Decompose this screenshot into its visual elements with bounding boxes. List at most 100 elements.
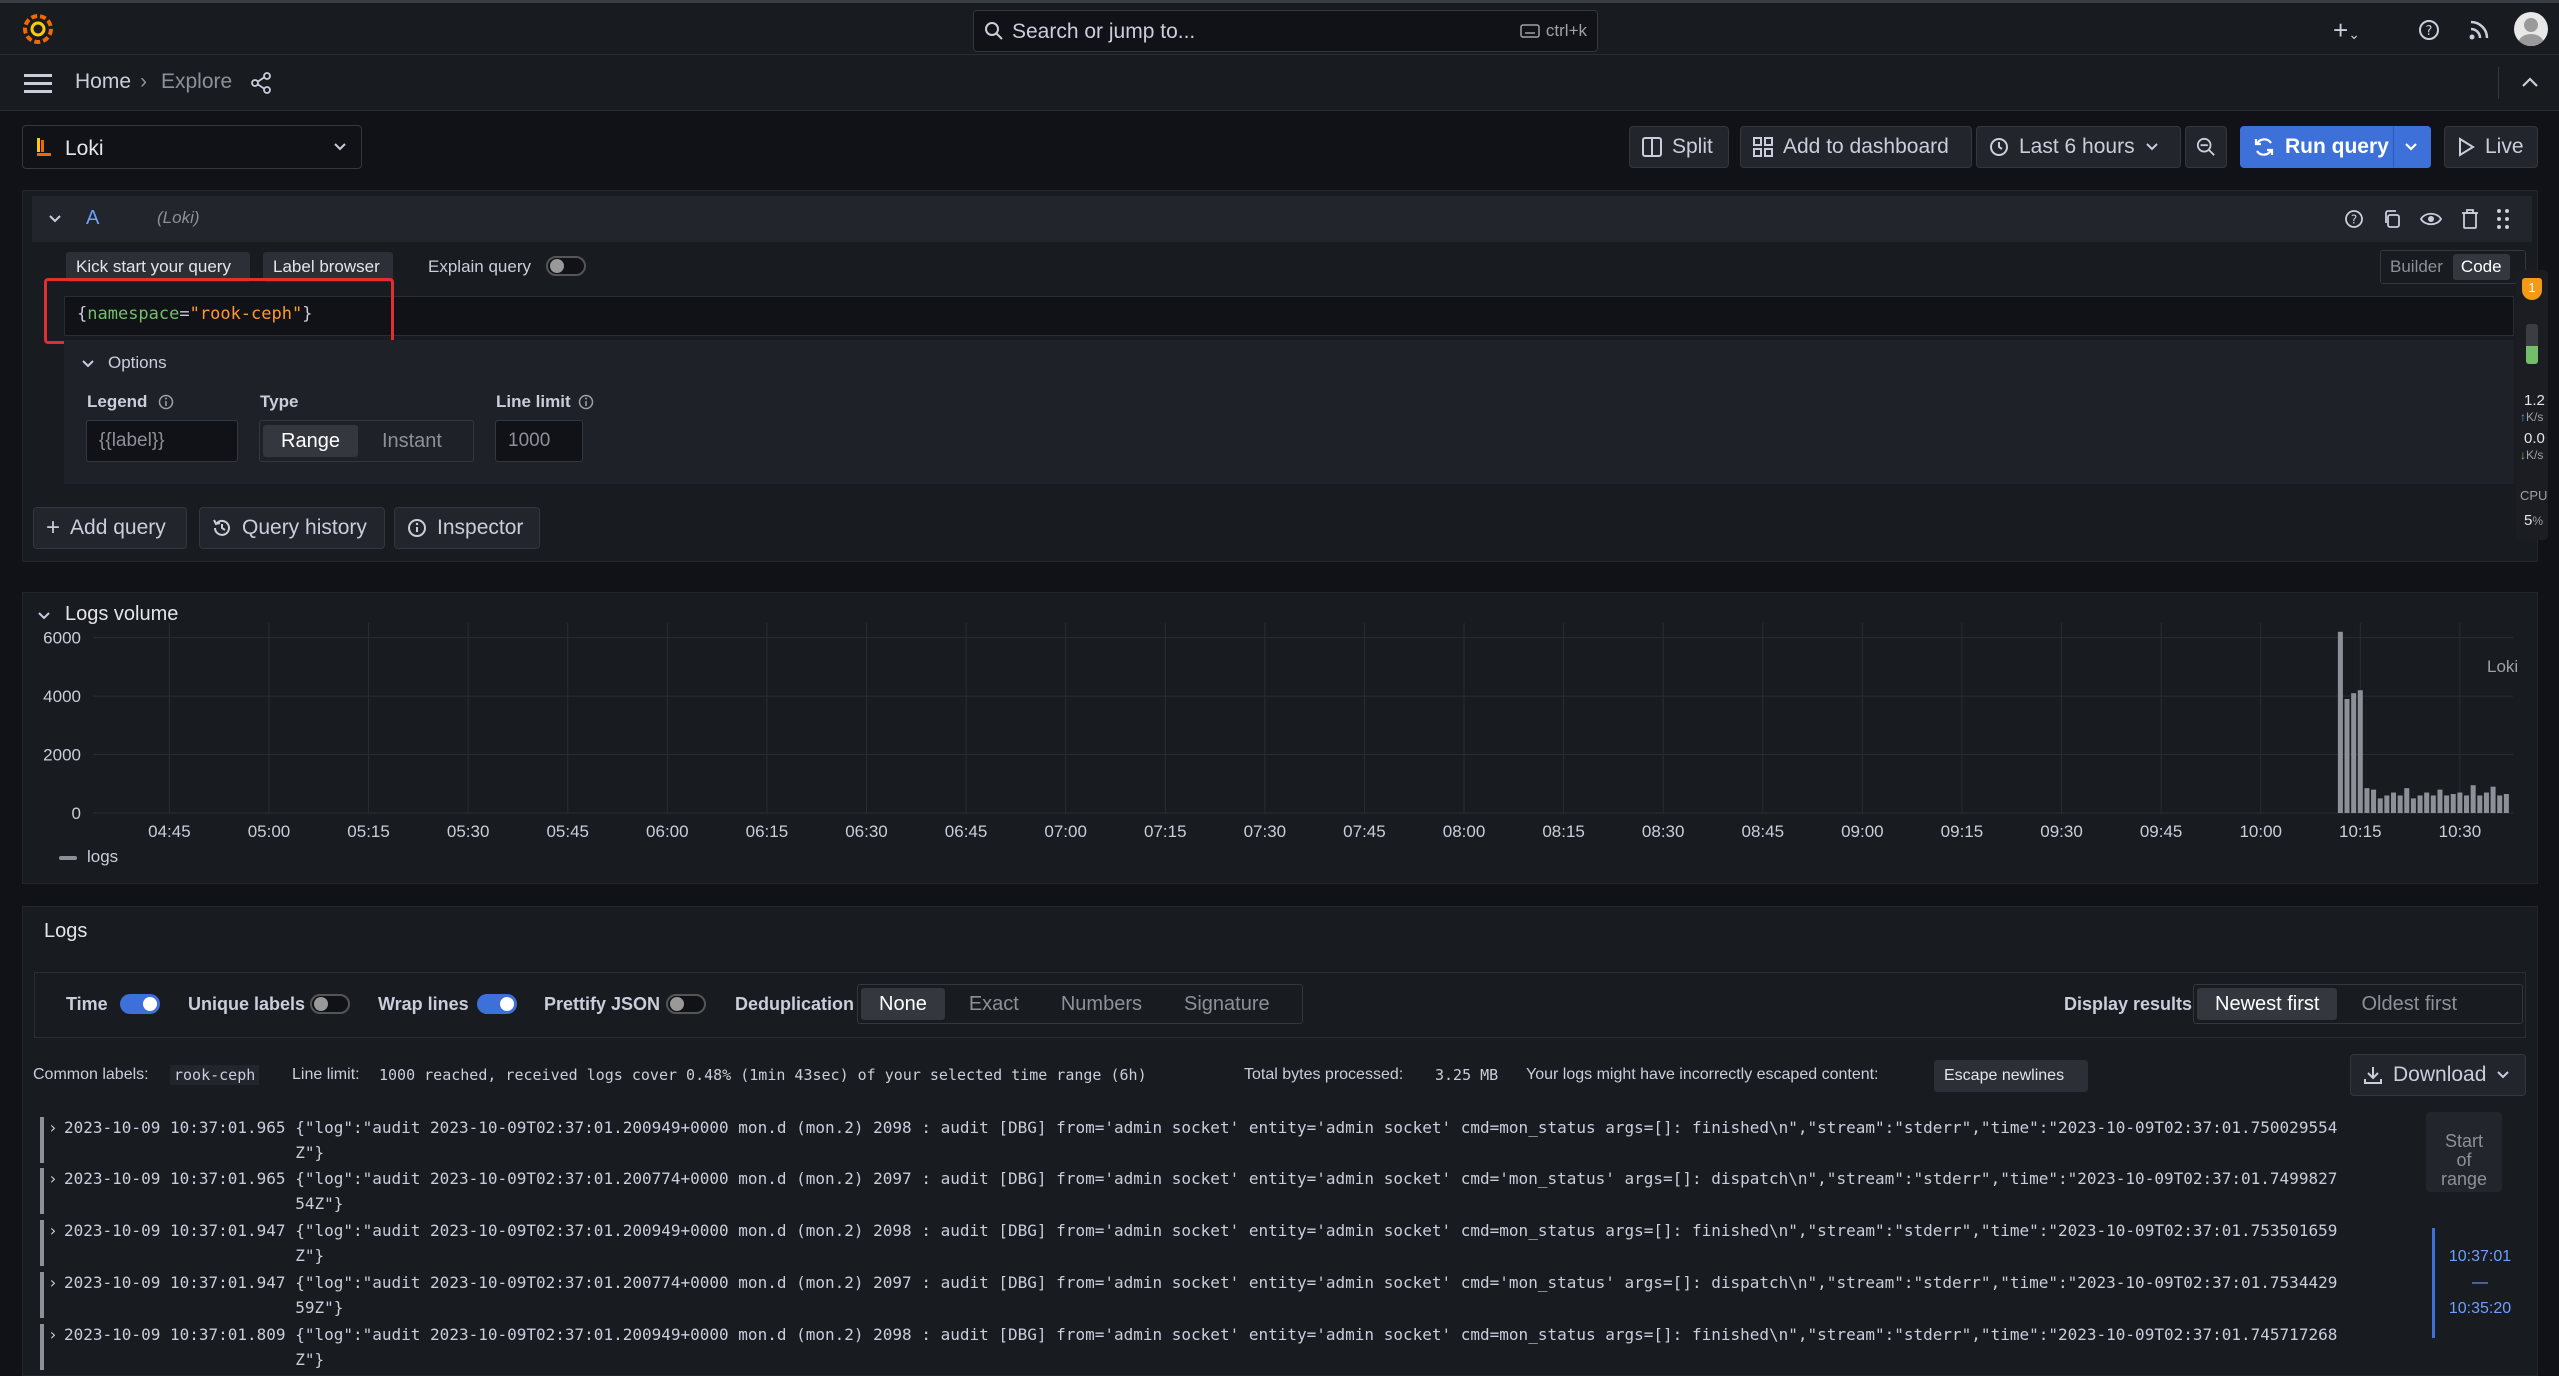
run-query-dropdown[interactable] [2393, 126, 2431, 168]
sort-order-radio-group: Newest first Oldest first [2193, 984, 2523, 1024]
zoom-out-icon [2196, 137, 2215, 156]
volume-bar [2417, 795, 2423, 813]
dedup-numbers-option[interactable]: Numbers [1043, 988, 1160, 1020]
svg-text:?: ? [2351, 213, 2357, 227]
prettify-json-toggle[interactable] [666, 994, 706, 1014]
legend-swatch [59, 856, 77, 860]
legend-label: Legend [87, 392, 148, 411]
x-tick-label: 07:30 [1244, 822, 1287, 841]
svg-text:?: ? [2426, 24, 2433, 39]
zoom-out-button[interactable] [2185, 126, 2227, 168]
time-range-picker[interactable]: Last 6 hours [1976, 126, 2181, 168]
display-results-label: Display results [2064, 994, 2193, 1014]
hide-query-eye-icon[interactable] [2420, 209, 2442, 229]
log-row[interactable]: › 2023-10-09 10:37:01.809 {"log":"audit 2… [40, 1322, 2430, 1372]
dedup-exact-option[interactable]: Exact [951, 988, 1037, 1020]
search-input[interactable]: Search or jump to... ctrl+k [973, 10, 1598, 52]
volume-bar [2464, 795, 2470, 813]
y-tick-label: 2000 [43, 746, 81, 765]
range-time-label[interactable]: 10:37:01—10:35:20 [2440, 1244, 2520, 1322]
log-row[interactable]: › 2023-10-09 10:37:01.965 {"log":"audit 2… [40, 1115, 2430, 1165]
share-icon[interactable] [250, 72, 272, 94]
line-limit-input[interactable]: 1000 [495, 420, 583, 462]
unique-labels-label: Unique labels [188, 994, 306, 1014]
query-help-icon[interactable]: ? [2344, 209, 2364, 229]
time-toggle[interactable] [120, 994, 160, 1014]
dedup-none-option[interactable]: None [861, 988, 945, 1020]
x-tick-label: 06:15 [746, 822, 789, 841]
collapse-chevron-icon[interactable] [48, 214, 62, 224]
y-tick-label: 0 [72, 804, 81, 823]
news-rss-icon[interactable] [2468, 19, 2490, 41]
user-avatar[interactable] [2514, 12, 2548, 46]
grafana-logo-icon[interactable] [22, 13, 54, 45]
volume-bar [2410, 798, 2416, 813]
info-circle-icon [408, 519, 426, 537]
volume-bar [2483, 792, 2489, 813]
volume-bar [2430, 795, 2436, 813]
log-row[interactable]: › 2023-10-09 10:37:01.947 {"log":"audit 2… [40, 1270, 2430, 1320]
menu-hamburger-icon[interactable] [24, 73, 52, 95]
escape-newlines-button[interactable]: Escape newlines [1934, 1060, 2088, 1092]
add-to-dashboard-button[interactable]: Add to dashboard [1740, 126, 1972, 168]
type-instant-option[interactable]: Instant [364, 425, 460, 457]
volume-bar [2450, 794, 2456, 813]
history-icon [213, 519, 230, 536]
download-button[interactable]: Download [2350, 1054, 2526, 1096]
volume-bar [2490, 786, 2496, 813]
x-tick-label: 09:00 [1841, 822, 1884, 841]
log-row[interactable]: › 2023-10-09 10:37:01.947 {"log":"audit 2… [40, 1218, 2430, 1268]
y-tick-label: 4000 [43, 687, 81, 706]
volume-bar [2503, 794, 2509, 813]
breadcrumb-home[interactable]: Home [75, 70, 131, 94]
query-ref-id[interactable]: A [86, 207, 99, 230]
volume-bar [2397, 795, 2403, 813]
dedup-signature-option[interactable]: Signature [1166, 988, 1288, 1020]
x-tick-label: 07:15 [1144, 822, 1187, 841]
volume-bar [2377, 798, 2383, 813]
download-unit: ↓K/s [2520, 448, 2544, 462]
add-query-button[interactable]: + Add query [33, 507, 187, 549]
type-range-option[interactable]: Range [263, 425, 358, 457]
newest-first-option[interactable]: Newest first [2197, 988, 2338, 1020]
start-of-range-button[interactable]: Start of range [2426, 1112, 2502, 1192]
type-radio-group: Range Instant [259, 420, 474, 462]
x-tick-label: 09:15 [1941, 822, 1984, 841]
refresh-icon [2254, 138, 2274, 156]
line-limit-meta-label: Line limit: [292, 1066, 360, 1083]
query-code-editor[interactable]: {namespace="rook-ceph"} [64, 296, 2514, 336]
total-bytes-label: Total bytes processed: [1244, 1066, 1404, 1083]
split-columns-icon [1642, 137, 1662, 157]
builder-mode-tab[interactable]: Builder [2384, 254, 2449, 280]
deduplication-label: Deduplication [735, 994, 855, 1014]
query-history-button[interactable]: Query history [199, 507, 385, 549]
x-tick-label: 06:30 [845, 822, 888, 841]
top-nav-bar: Search or jump to... ctrl+k +⌄ ? [0, 0, 2559, 55]
inspector-button[interactable]: Inspector [394, 507, 540, 549]
help-icon[interactable]: ? [2418, 19, 2440, 41]
explain-query-toggle[interactable] [546, 256, 586, 276]
legend-series-name[interactable]: logs [87, 847, 118, 867]
deduplication-radio-group: None Exact Numbers Signature [857, 984, 1303, 1024]
options-chevron-icon[interactable] [82, 360, 94, 369]
duplicate-query-icon[interactable] [2382, 209, 2402, 229]
log-row[interactable]: › 2023-10-09 10:37:01.965 {"log":"audit 2… [40, 1166, 2430, 1216]
oldest-first-option[interactable]: Oldest first [2343, 988, 2475, 1020]
shield-badge-icon: 1 [2522, 278, 2542, 300]
datasource-picker[interactable]: Loki [22, 125, 362, 169]
x-tick-label: 08:45 [1742, 822, 1785, 841]
dashboard-grid-icon [1753, 137, 1773, 157]
options-title[interactable]: Options [108, 353, 167, 373]
code-mode-tab[interactable]: Code [2452, 254, 2510, 280]
drag-handle-icon[interactable] [2496, 208, 2510, 230]
delete-query-trash-icon[interactable] [2460, 208, 2480, 230]
live-button[interactable]: Live [2444, 126, 2538, 168]
logs-volume-chart[interactable]: 6000 4000 2000 0 04:45 05:00 05:15 05:30 05:45 06… [23, 593, 2537, 883]
split-button[interactable]: Split [1629, 126, 1729, 168]
new-plus-icon[interactable]: +⌄ [2333, 15, 2360, 46]
collapse-chevron-up-icon[interactable] [2520, 75, 2540, 89]
legend-input[interactable]: {{label}} [86, 420, 238, 462]
download-rate: 0.0 [2524, 430, 2545, 447]
wrap-lines-toggle[interactable] [477, 994, 517, 1014]
unique-labels-toggle[interactable] [310, 994, 350, 1014]
